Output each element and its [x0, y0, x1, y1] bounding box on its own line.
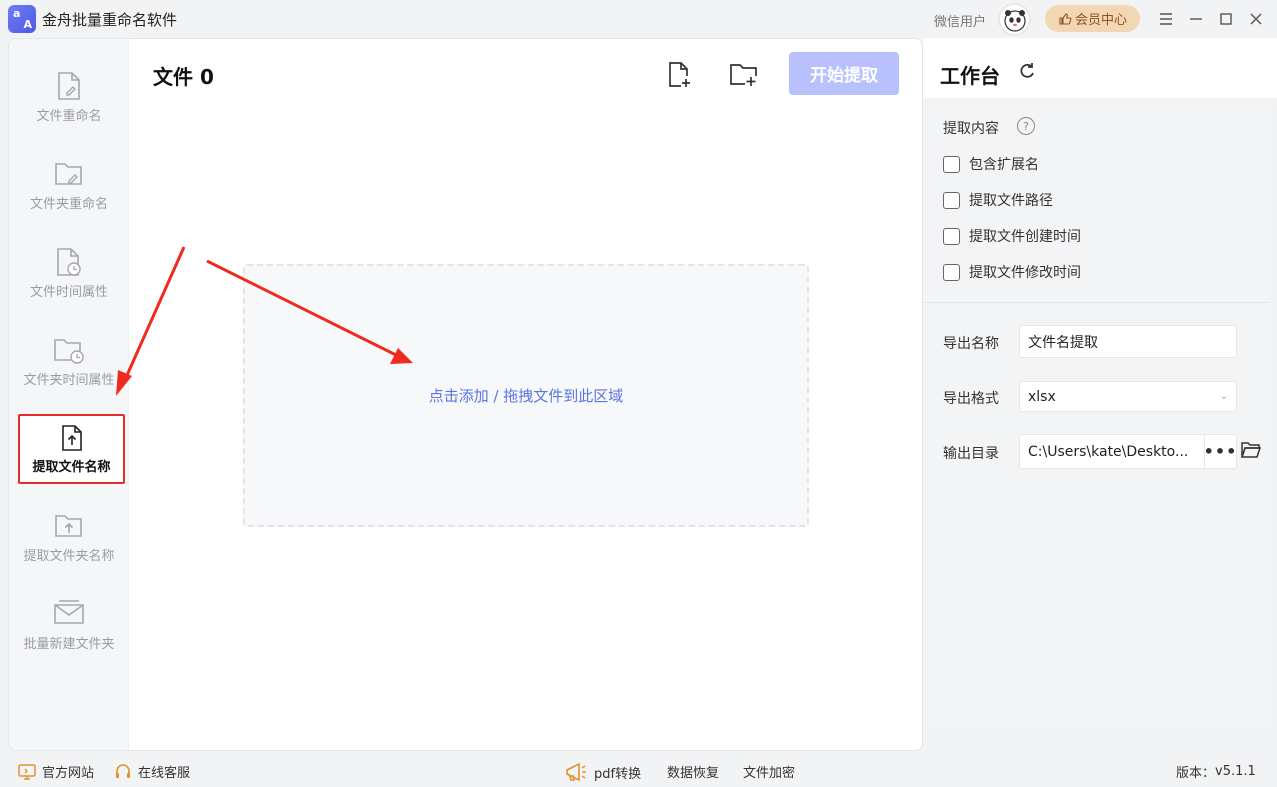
app-title: 金舟批量重命名软件	[42, 11, 178, 29]
vip-center-button[interactable]: 会员中心	[1045, 5, 1140, 32]
file-edit-icon	[58, 72, 80, 100]
sidebar-item-batch-new-folder[interactable]: 批量新建文件夹	[9, 599, 129, 679]
output-dir-label: 输出目录	[943, 446, 999, 462]
open-folder-button[interactable]	[1240, 441, 1262, 463]
option-extract-created-time[interactable]: 提取文件创建时间	[943, 226, 1081, 246]
help-icon[interactable]: ?	[1017, 117, 1035, 135]
main-card: 文件重命名 文件夹重命名 文件时间属性 文件夹时间属性 提取文件名称 提取文件夹…	[8, 38, 923, 751]
export-format-select[interactable]: xlsx ⌄	[1019, 381, 1237, 412]
folder-open-icon	[1240, 442, 1262, 458]
sidebar-item-file-time[interactable]: 文件时间属性	[9, 247, 129, 327]
checkbox[interactable]	[943, 263, 960, 281]
online-support-link[interactable]: 在线客服	[114, 762, 190, 781]
option-extract-path[interactable]: 提取文件路径	[943, 190, 1053, 210]
refresh-button[interactable]	[1017, 61, 1037, 85]
app-logo: a A	[8, 5, 36, 33]
browse-more-button[interactable]: •••	[1204, 434, 1237, 469]
folder-upload-icon	[55, 515, 82, 537]
sidebar-item-folder-time[interactable]: 文件夹时间属性	[9, 335, 129, 415]
maximize-icon[interactable]	[1216, 9, 1236, 29]
workbench-header: 工作台	[923, 38, 1277, 98]
version-info: 版本： v5.1.1	[1176, 764, 1256, 781]
headset-icon	[116, 763, 130, 778]
megaphone-icon	[566, 762, 586, 782]
add-file-icon	[669, 62, 690, 87]
checkbox[interactable]	[943, 227, 960, 245]
sidebar-item-file-rename[interactable]: 文件重命名	[9, 71, 129, 151]
menu-icon[interactable]	[1156, 9, 1176, 29]
start-extract-button[interactable]: 开始提取	[789, 52, 899, 95]
checkbox[interactable]	[943, 191, 960, 209]
official-website-link[interactable]: 官方网站	[18, 762, 94, 781]
export-name-input[interactable]: 文件名提取	[1019, 325, 1237, 358]
sidebar-item-folder-rename[interactable]: 文件夹重命名	[9, 159, 129, 239]
extract-content-label: 提取内容	[943, 121, 999, 137]
folder-new-icon	[54, 600, 84, 624]
file-clock-icon	[57, 248, 81, 276]
file-upload-icon	[61, 424, 82, 451]
file-dropzone[interactable]: 点击添加 / 拖拽文件到此区域	[243, 264, 809, 527]
folder-clock-icon	[54, 339, 84, 364]
title-bar: a A 金舟批量重命名软件 微信用户 会员中心	[0, 0, 1277, 38]
file-encrypt-link[interactable]: 文件加密	[743, 762, 795, 781]
refresh-icon	[1020, 63, 1034, 78]
sidebar: 文件重命名 文件夹重命名 文件时间属性 文件夹时间属性 提取文件名称 提取文件夹…	[9, 39, 129, 750]
pdf-convert-link[interactable]: pdf转换	[564, 762, 641, 782]
export-format-label: 导出格式	[943, 391, 999, 407]
option-include-extension[interactable]: 包含扩展名	[943, 154, 1039, 174]
avatar[interactable]	[998, 3, 1031, 36]
output-dir-input[interactable]: C:\Users\kate\Deskto...	[1019, 434, 1205, 469]
monitor-icon	[18, 763, 36, 780]
sidebar-item-extract-folder-name[interactable]: 提取文件夹名称	[9, 511, 129, 591]
workbench-title: 工作台	[940, 64, 1000, 88]
workbench-panel: 提取内容 ? 包含扩展名 提取文件路径 提取文件创建时间 提取文件修改时间 导出…	[923, 98, 1269, 730]
user-name[interactable]: 微信用户	[934, 11, 986, 30]
close-icon[interactable]	[1246, 9, 1266, 29]
folder-edit-icon	[55, 163, 82, 185]
add-folder-button[interactable]	[729, 61, 759, 93]
data-recovery-link[interactable]: 数据恢复	[667, 762, 719, 781]
thumbs-up-icon	[1059, 12, 1072, 25]
panda-avatar-icon	[1003, 9, 1026, 32]
option-extract-modified-time[interactable]: 提取文件修改时间	[943, 262, 1081, 282]
sidebar-item-extract-file-name[interactable]: 提取文件名称	[18, 414, 125, 484]
footer: 官方网站 在线客服 pdf转换 数据恢复 文件加密 版本： v5.1.1	[0, 756, 1277, 787]
chevron-down-icon: ⌄	[1219, 391, 1228, 402]
minimize-icon[interactable]	[1186, 9, 1206, 29]
dropzone-text[interactable]: 点击添加 / 拖拽文件到此区域	[429, 385, 624, 406]
export-name-label: 导出名称	[943, 336, 999, 352]
divider	[923, 302, 1269, 303]
file-list-area: 文件 0 开始提取 点击添加 / 拖拽文件到此区域	[129, 39, 922, 750]
file-count-title: 文件 0	[153, 65, 214, 89]
add-file-button[interactable]	[667, 61, 693, 93]
add-folder-icon	[730, 64, 757, 86]
checkbox[interactable]	[943, 155, 960, 173]
